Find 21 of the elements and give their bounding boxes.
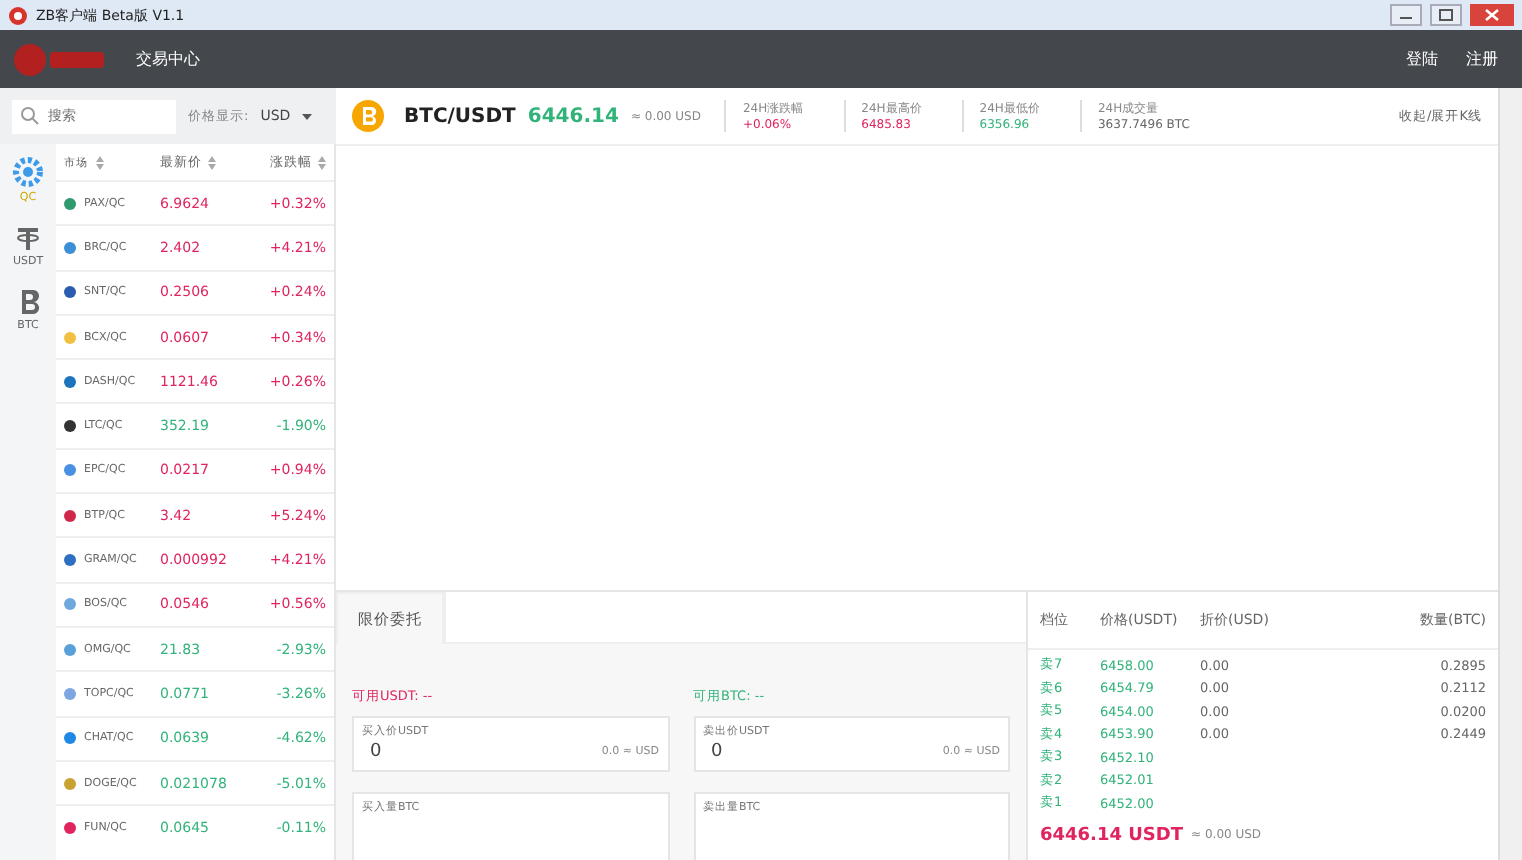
minimize-button[interactable] bbox=[1390, 4, 1422, 26]
nav-link[interactable]: 注册 bbox=[1466, 48, 1498, 70]
tether-icon bbox=[14, 224, 42, 252]
sort-icon bbox=[96, 155, 104, 169]
bitcoin-icon bbox=[352, 100, 384, 132]
last-price: 6446.14 USDT bbox=[1040, 825, 1184, 845]
app-icon bbox=[8, 5, 28, 25]
sort-icon bbox=[208, 155, 216, 169]
nav-link[interactable]: 交易中心 bbox=[136, 48, 200, 70]
pair-name: BTC/USDT bbox=[404, 105, 516, 127]
sort-icon bbox=[318, 155, 326, 169]
search-icon bbox=[20, 106, 40, 126]
bitcoin-icon bbox=[16, 288, 40, 316]
nav-link[interactable]: 登陆 bbox=[1406, 48, 1438, 70]
close-button[interactable] bbox=[1470, 4, 1514, 26]
gear-icon bbox=[12, 156, 44, 188]
last-price: 6446.14 bbox=[527, 105, 619, 127]
maximize-button[interactable] bbox=[1430, 4, 1462, 26]
logo-icon bbox=[12, 41, 108, 77]
caret-icon bbox=[302, 113, 313, 119]
scrollbar[interactable] bbox=[1498, 88, 1522, 860]
